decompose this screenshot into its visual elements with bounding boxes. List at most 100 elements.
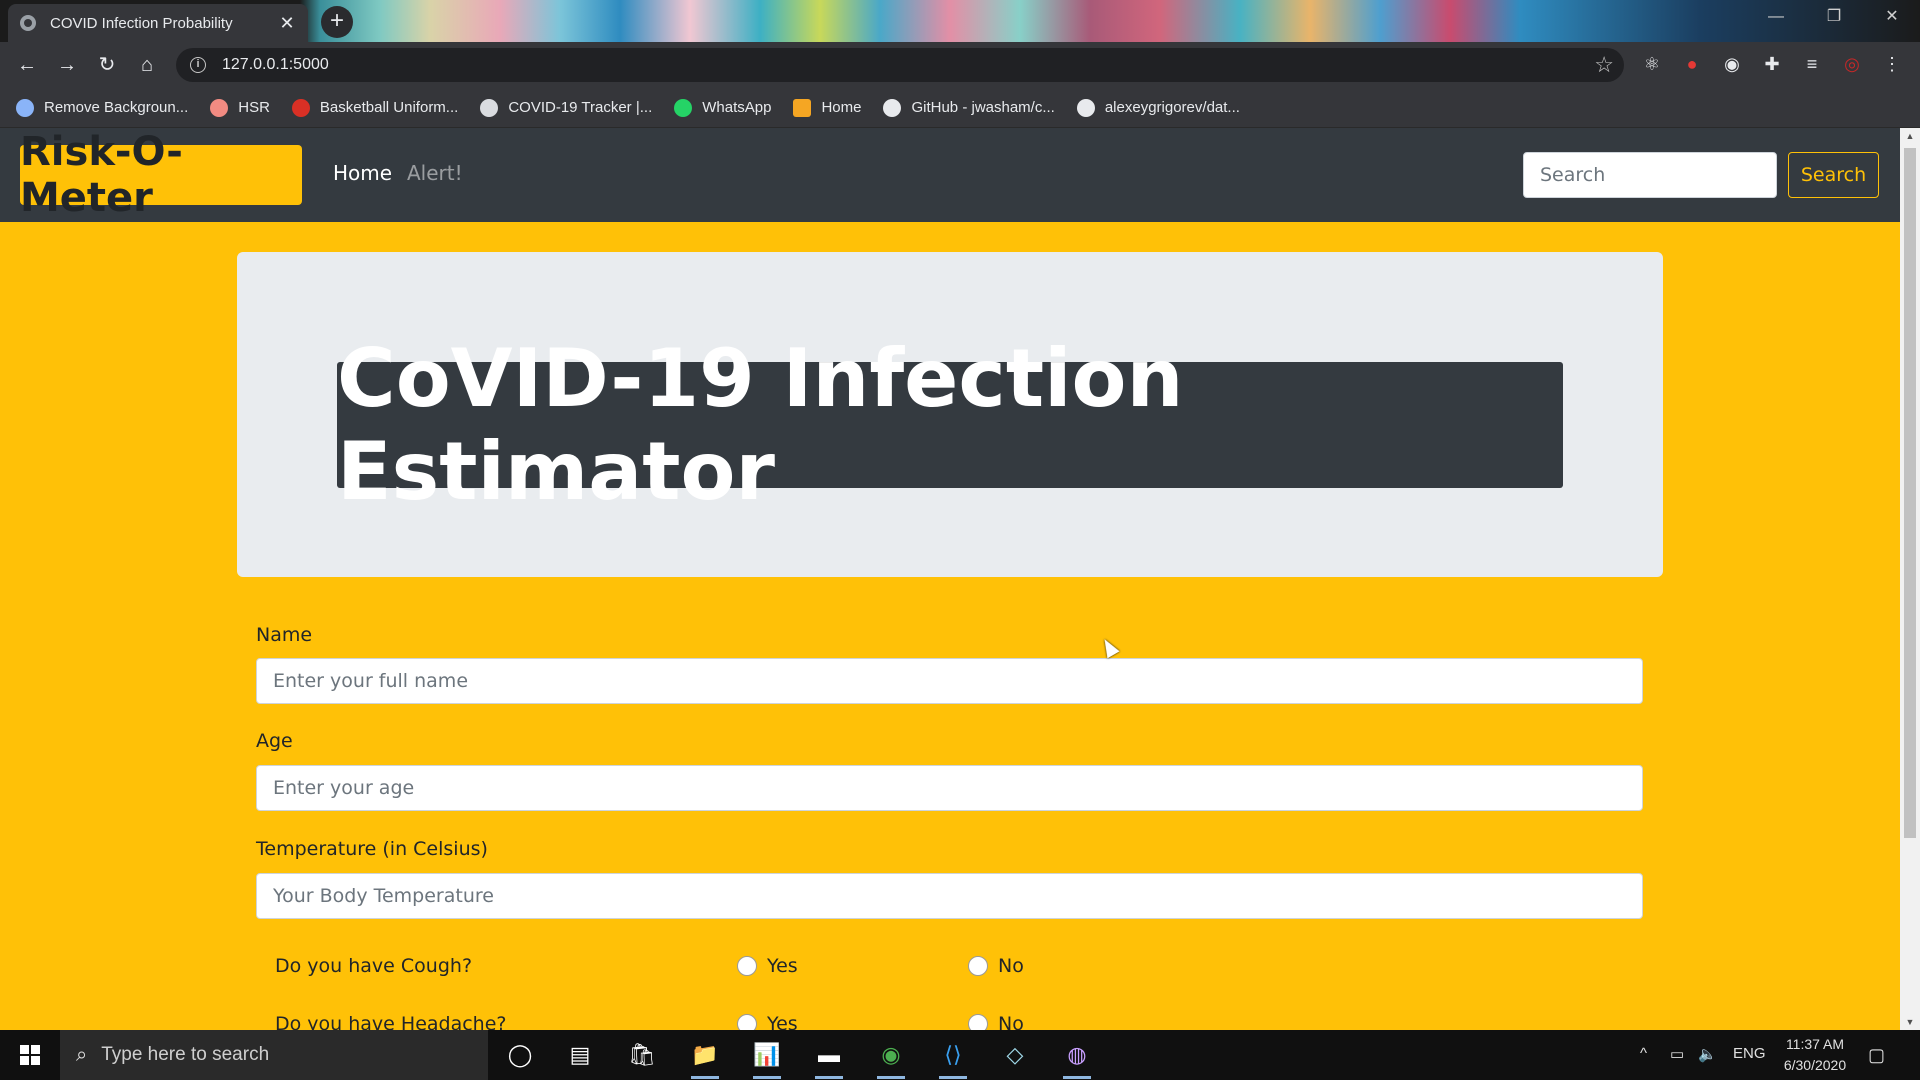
volume-icon[interactable]: 🔈 bbox=[1698, 1045, 1717, 1063]
address-bar[interactable]: i 127.0.0.1:5000 ☆ bbox=[176, 48, 1624, 82]
bookmark-label: HSR bbox=[238, 99, 270, 116]
bookmark-favicon-icon bbox=[210, 98, 229, 117]
bookmark-favicon-icon bbox=[291, 98, 310, 117]
page-viewport: Risk-O-Meter Home Alert! Search CoVID-19… bbox=[0, 128, 1900, 1030]
tab-close-icon[interactable]: ✕ bbox=[278, 13, 296, 34]
headache-yes-radio[interactable] bbox=[737, 1014, 757, 1030]
tab-title: COVID Infection Probability bbox=[50, 14, 233, 32]
brand-logo[interactable]: Risk-O-Meter bbox=[20, 129, 302, 221]
taskbar-search-box[interactable]: ⌕ Type here to search bbox=[60, 1030, 488, 1080]
browser-menu-icon[interactable]: ⋮ bbox=[1880, 52, 1904, 76]
browser-tab[interactable]: COVID Infection Probability ✕ bbox=[8, 4, 308, 42]
name-field[interactable] bbox=[256, 658, 1643, 704]
page-title: CoVID-19 Infection Estimator bbox=[337, 332, 1563, 518]
temperature-field[interactable] bbox=[256, 873, 1643, 919]
windows-taskbar: ⌕ Type here to search ◯ ▤ 🛍 📁 📊 ▬ ◉ ⟨⟩ ◇… bbox=[0, 1030, 1920, 1080]
headache-no-label: No bbox=[998, 1013, 1024, 1030]
age-label: Age bbox=[256, 730, 293, 752]
start-button[interactable] bbox=[0, 1030, 60, 1080]
tray-chevron-icon[interactable]: ^ bbox=[1640, 1045, 1647, 1062]
app-icon[interactable]: ◇ bbox=[995, 1035, 1035, 1075]
nav-alert-link[interactable]: Alert! bbox=[407, 161, 463, 185]
forward-button[interactable]: → bbox=[52, 50, 82, 80]
github-icon bbox=[883, 98, 902, 117]
taskbar-clock[interactable]: 11:37 AM 6/30/2020 bbox=[1760, 1034, 1870, 1076]
headache-no-radio[interactable] bbox=[968, 1014, 988, 1030]
name-label: Name bbox=[256, 624, 313, 646]
home-button[interactable]: ⌂ bbox=[132, 50, 162, 80]
scroll-up-icon[interactable]: ▲ bbox=[1900, 128, 1920, 144]
clock-date: 6/30/2020 bbox=[1783, 1057, 1847, 1073]
clock-time: 11:37 AM bbox=[1785, 1036, 1845, 1052]
bookmark-hsr[interactable]: HSR bbox=[210, 98, 270, 117]
task-view-icon[interactable]: ▤ bbox=[560, 1035, 600, 1075]
headache-yes-label: Yes bbox=[767, 1013, 798, 1030]
bookmark-github-jwasham[interactable]: GitHub - jwasham/c... bbox=[883, 98, 1055, 117]
notification-icon[interactable]: ▢ bbox=[1868, 1045, 1885, 1066]
file-explorer-icon[interactable]: 📁 bbox=[685, 1035, 725, 1079]
extensions-puzzle-icon[interactable]: ✚ bbox=[1760, 52, 1784, 76]
bookmark-github-alexeygrigorev[interactable]: alexeygrigorev/dat... bbox=[1076, 98, 1240, 117]
navbar-search-input[interactable] bbox=[1523, 152, 1777, 198]
bookmark-favicon-icon bbox=[480, 98, 499, 117]
battery-icon[interactable]: ▭ bbox=[1670, 1045, 1684, 1063]
power-bi-icon[interactable]: 📊 bbox=[747, 1035, 787, 1079]
bookmark-label: GitHub - jwasham/c... bbox=[911, 99, 1055, 116]
url-text[interactable]: 127.0.0.1:5000 bbox=[222, 56, 329, 74]
bookmark-covid-tracker[interactable]: COVID-19 Tracker |... bbox=[480, 98, 653, 117]
bookmark-star-icon[interactable]: ☆ bbox=[1594, 52, 1614, 78]
cortana-icon[interactable]: ◯ bbox=[500, 1035, 540, 1075]
profile-avatar-icon[interactable]: ◎ bbox=[1840, 52, 1864, 76]
chrome-icon[interactable]: ◉ bbox=[871, 1035, 911, 1079]
media-control-icon[interactable]: ≡ bbox=[1800, 52, 1824, 76]
store-icon[interactable]: 🛍 bbox=[622, 1035, 662, 1075]
bookmark-home[interactable]: Home bbox=[793, 98, 862, 117]
cough-question: Do you have Cough? bbox=[275, 955, 473, 977]
taskbar-search-placeholder: Type here to search bbox=[101, 1044, 270, 1065]
age-field[interactable] bbox=[256, 765, 1643, 811]
box-icon bbox=[793, 98, 812, 117]
reload-button[interactable]: ↻ bbox=[92, 50, 122, 80]
scroll-down-icon[interactable]: ▼ bbox=[1900, 1014, 1920, 1030]
browser-toolbar: ← → ↻ ⌂ i 127.0.0.1:5000 ☆ ⚛ ● ◉ ✚ ≡ ◎ ⋮ bbox=[0, 42, 1920, 88]
site-navbar: Risk-O-Meter Home Alert! Search bbox=[0, 128, 1900, 222]
new-tab-button[interactable]: + bbox=[321, 6, 353, 38]
page-scrollbar[interactable]: ▲ ▼ bbox=[1900, 128, 1920, 1030]
bookmark-remove-background[interactable]: Remove Backgroun... bbox=[16, 98, 189, 117]
bookmark-label: Remove Backgroun... bbox=[44, 99, 189, 116]
restore-button[interactable]: ❐ bbox=[1806, 0, 1862, 34]
bookmark-label: alexeygrigorev/dat... bbox=[1104, 99, 1240, 116]
temperature-label: Temperature (in Celsius) bbox=[256, 838, 488, 860]
bookmark-label: COVID-19 Tracker |... bbox=[508, 99, 653, 116]
vscode-icon[interactable]: ⟨⟩ bbox=[933, 1035, 973, 1079]
bookmark-label: WhatsApp bbox=[702, 99, 772, 116]
bookmarks-bar: Remove Backgroun... HSR Basketball Unifo… bbox=[0, 88, 1920, 128]
github-icon bbox=[1076, 98, 1095, 117]
pokeball-extension-icon[interactable]: ● bbox=[1680, 52, 1704, 76]
bookmark-label: Basketball Uniform... bbox=[319, 99, 459, 116]
react-devtools-icon[interactable]: ⚛ bbox=[1640, 52, 1664, 76]
tab-favicon-icon bbox=[20, 15, 36, 31]
minimize-button[interactable]: — bbox=[1748, 0, 1804, 34]
bookmark-label: Home bbox=[821, 99, 862, 116]
cough-yes-label: Yes bbox=[767, 955, 798, 977]
camera-extension-icon[interactable]: ◉ bbox=[1720, 52, 1744, 76]
headache-question: Do you have Headache? bbox=[275, 1013, 507, 1030]
nav-home-link[interactable]: Home bbox=[333, 161, 392, 185]
back-button[interactable]: ← bbox=[12, 50, 42, 80]
cough-no-radio[interactable] bbox=[968, 956, 988, 976]
scrollbar-thumb[interactable] bbox=[1904, 148, 1916, 838]
bookmark-whatsapp[interactable]: WhatsApp bbox=[674, 98, 772, 117]
whatsapp-icon bbox=[674, 98, 693, 117]
windows-logo-icon bbox=[20, 1045, 40, 1065]
terminal-icon[interactable]: ▬ bbox=[809, 1035, 849, 1079]
cough-yes-radio[interactable] bbox=[737, 956, 757, 976]
github-desktop-icon[interactable]: ◍ bbox=[1057, 1035, 1097, 1079]
close-window-button[interactable]: ✕ bbox=[1864, 0, 1920, 34]
navbar-search-button[interactable]: Search bbox=[1788, 152, 1879, 198]
browser-titlebar: COVID Infection Probability ✕ + — ❐ ✕ bbox=[0, 0, 1920, 42]
bookmark-basketball-uniform[interactable]: Basketball Uniform... bbox=[291, 98, 459, 117]
site-info-icon[interactable]: i bbox=[190, 57, 206, 73]
mouse-cursor-icon bbox=[1098, 635, 1120, 659]
search-icon: ⌕ bbox=[76, 1043, 88, 1066]
